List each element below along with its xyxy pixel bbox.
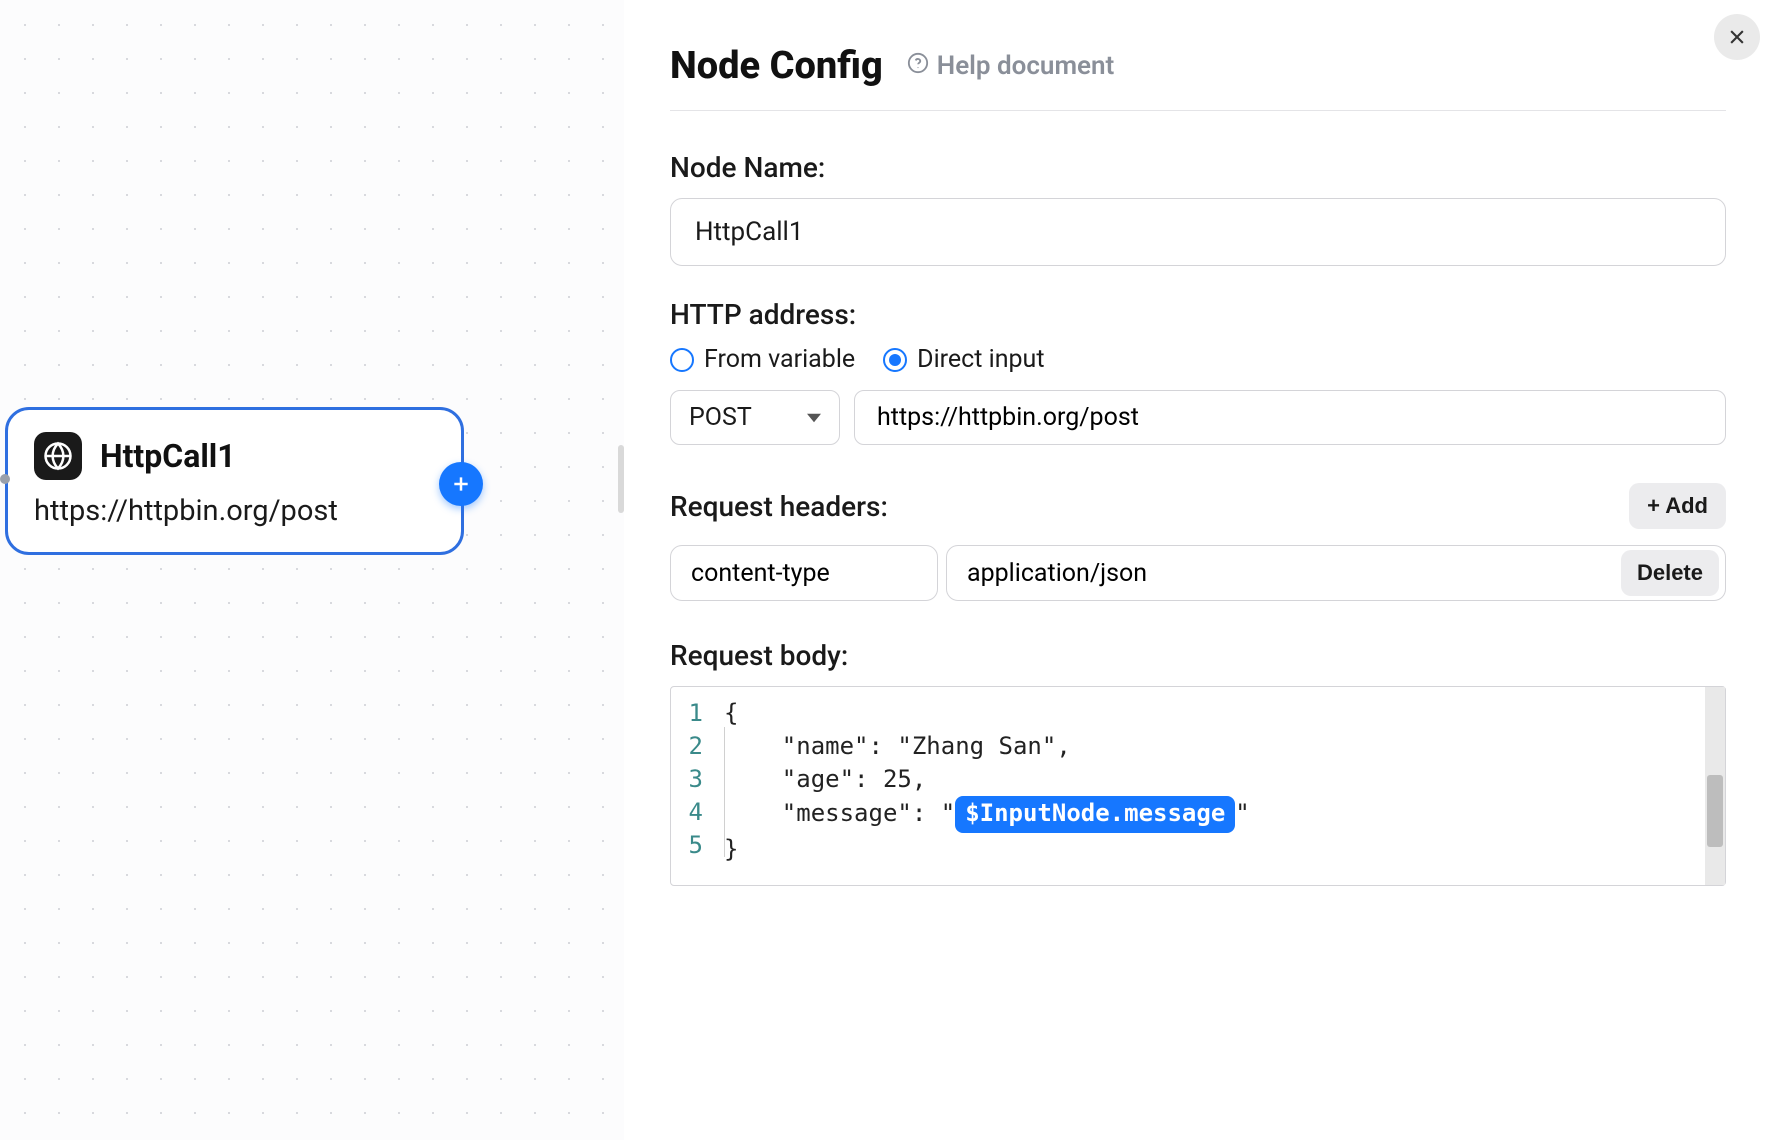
http-address-label: HTTP address: — [670, 298, 1726, 331]
code-line: "message": "$InputNode.message" — [724, 796, 1717, 833]
header-key-input[interactable] — [670, 545, 938, 601]
http-method-select[interactable]: POST — [670, 390, 840, 445]
node-card-subtitle: https://httpbin.org/post — [34, 494, 435, 528]
indent-guide — [724, 727, 725, 857]
delete-header-button[interactable]: Delete — [1621, 550, 1719, 596]
radio-direct-input-label: Direct input — [917, 345, 1044, 374]
help-icon — [907, 51, 929, 81]
help-link-label: Help document — [937, 51, 1115, 81]
node-name-label: Node Name: — [670, 151, 1726, 184]
http-url-input[interactable] — [854, 390, 1726, 445]
code-gutter: 1 2 3 4 5 — [671, 687, 705, 885]
close-button[interactable] — [1714, 14, 1760, 60]
code-line: "name": "Zhang San", — [724, 730, 1717, 763]
http-method-value: POST — [689, 403, 752, 432]
workflow-canvas[interactable]: HttpCall1 https://httpbin.org/post — [0, 0, 624, 1140]
code-body[interactable]: { "name": "Zhang San", "age": 25, "messa… — [705, 687, 1725, 885]
request-body-editor[interactable]: 1 2 3 4 5 { "name": "Zhang San", "age": … — [670, 686, 1726, 886]
panel-title: Node Config — [670, 44, 883, 88]
request-headers-label: Request headers: — [670, 490, 888, 523]
header-row: Delete — [670, 545, 1726, 601]
node-input-port[interactable] — [0, 474, 10, 484]
help-document-link[interactable]: Help document — [907, 51, 1115, 81]
chevron-down-icon — [807, 403, 821, 432]
globe-icon — [34, 432, 82, 480]
variable-chip[interactable]: $InputNode.message — [955, 796, 1235, 833]
node-card-title: HttpCall1 — [100, 437, 236, 475]
code-line: { — [724, 697, 1717, 730]
code-line: "age": 25, — [724, 763, 1717, 796]
radio-icon — [670, 348, 694, 372]
config-panel: Node Config Help document Node Name: HTT… — [624, 0, 1774, 1140]
divider — [670, 110, 1726, 111]
node-name-input[interactable] — [670, 198, 1726, 266]
radio-from-variable[interactable]: From variable — [670, 345, 855, 374]
radio-icon — [883, 348, 907, 372]
code-scrollbar[interactable] — [1705, 687, 1725, 885]
radio-from-variable-label: From variable — [704, 345, 855, 374]
request-body-label: Request body: — [670, 639, 1726, 672]
node-card-httpcall[interactable]: HttpCall1 https://httpbin.org/post — [5, 407, 464, 555]
code-line: } — [724, 833, 1717, 866]
header-value-input[interactable] — [967, 559, 1621, 588]
add-header-button[interactable]: + Add — [1629, 483, 1726, 529]
radio-direct-input[interactable]: Direct input — [883, 345, 1044, 374]
add-node-button[interactable] — [439, 462, 483, 506]
